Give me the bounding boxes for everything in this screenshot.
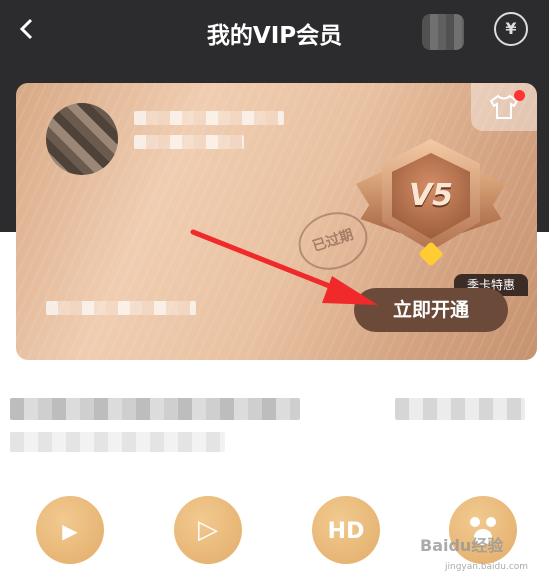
badge-level-text: V5 — [408, 178, 454, 213]
user-avatar[interactable] — [46, 103, 118, 175]
blurred-username — [134, 111, 284, 125]
feature-hot-video[interactable]: ▶ — [36, 496, 104, 564]
exchange-button[interactable]: ¥ — [494, 12, 528, 46]
open-vip-button[interactable]: 立即开通 — [354, 288, 508, 332]
watermark-logo: Baidu经验 — [420, 536, 504, 555]
feature-movie[interactable]: ▷ — [174, 496, 242, 564]
film-play-icon: ▷ — [198, 515, 218, 545]
blurred-avatar[interactable] — [422, 14, 464, 50]
blurred-expiry-text — [46, 301, 196, 315]
hd-icon: HD — [327, 519, 365, 544]
blurred-user-info — [134, 135, 244, 149]
page-title: 我的VIP会员 — [206, 23, 343, 49]
vip-card: 已过期 V5 季卡特惠 立即开通 — [16, 83, 537, 360]
vip-level-badge: V5 — [356, 123, 506, 283]
flame-play-icon: ▶ — [62, 519, 78, 543]
blurred-promo-line-2 — [10, 432, 225, 452]
yuan-refresh-icon: ¥ — [505, 19, 517, 38]
feature-hd[interactable]: HD — [312, 496, 380, 564]
watermark-url: jingyan.baidu.com — [445, 562, 529, 572]
blurred-promo-line-1 — [10, 398, 300, 420]
notification-dot — [514, 90, 525, 101]
blurred-promo-right[interactable] — [395, 398, 525, 420]
